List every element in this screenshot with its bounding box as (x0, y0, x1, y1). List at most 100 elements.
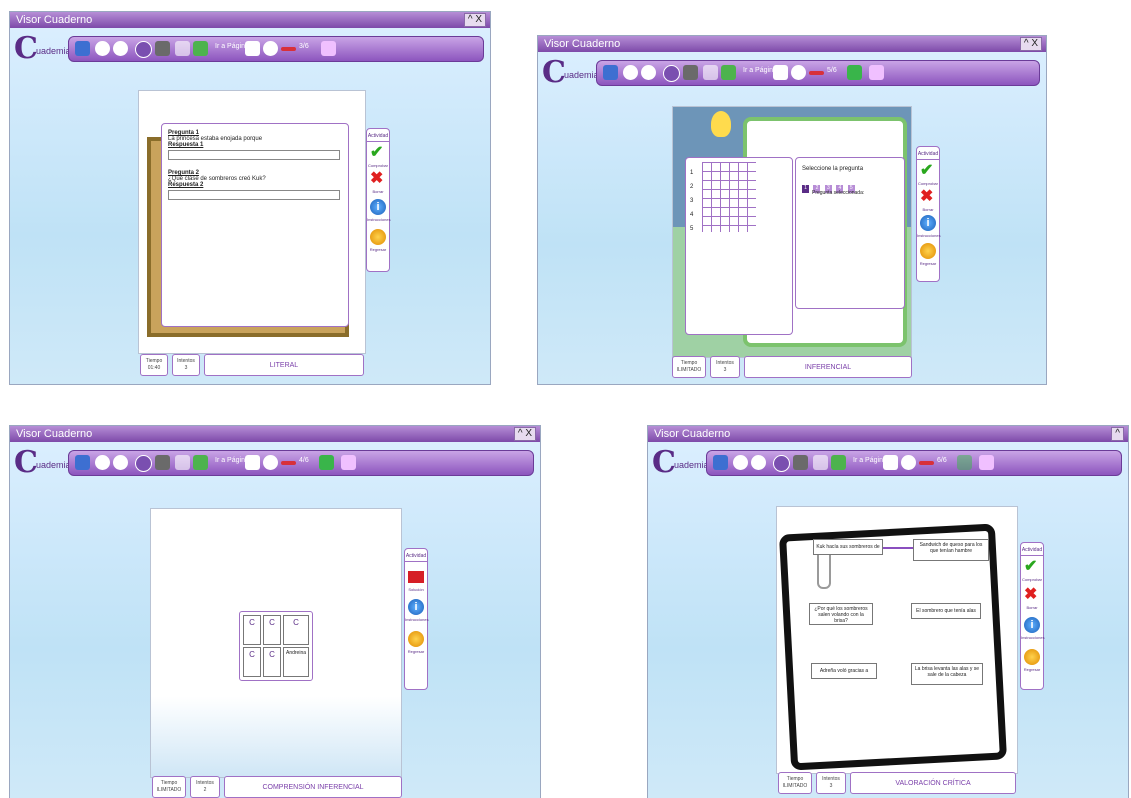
title-bar: Visor Cuaderno ^ X (10, 12, 490, 28)
back-arrow-icon[interactable] (703, 65, 718, 80)
match-card-right-3[interactable]: La brisa levanta las alas y se sale de l… (911, 663, 983, 685)
zoom-in-icon[interactable] (95, 41, 110, 56)
check-icon[interactable] (831, 455, 846, 470)
help-icon[interactable] (135, 41, 152, 58)
monitor-icon[interactable] (713, 455, 728, 470)
answer-1-input[interactable] (168, 150, 340, 160)
go-icon[interactable] (263, 41, 278, 56)
check-icon[interactable] (193, 455, 208, 470)
zoom-out-icon[interactable] (751, 455, 766, 470)
print-icon[interactable] (155, 455, 170, 470)
activity-page: C C C C C Andreina (150, 508, 402, 778)
go-icon[interactable] (901, 455, 916, 470)
check-icon[interactable]: ✔ (370, 145, 386, 161)
help-icon[interactable] (135, 455, 152, 472)
go-icon[interactable] (263, 455, 278, 470)
monitor-icon[interactable] (603, 65, 618, 80)
plus-icon[interactable] (319, 455, 334, 470)
check-icon[interactable]: ✔ (1024, 559, 1040, 575)
check-icon[interactable]: ✔ (920, 163, 936, 179)
goto-input[interactable] (773, 65, 788, 80)
minus-icon[interactable] (281, 461, 296, 465)
goto-input[interactable] (883, 455, 898, 470)
check-icon[interactable] (193, 41, 208, 56)
info-icon[interactable]: i (408, 599, 424, 615)
instructions-label: Instrucciones (367, 217, 391, 222)
help-icon[interactable] (663, 65, 680, 82)
back-arrow-icon[interactable] (813, 455, 828, 470)
time-box: Tiempo 01:40 (140, 354, 168, 376)
match-card-right-2[interactable]: El sombrero que tenía alas (911, 603, 981, 619)
memory-card[interactable]: C (243, 647, 261, 677)
crossword-grid[interactable] (702, 162, 756, 232)
match-card-right-1[interactable]: Sandwich de queso para los que tenían ha… (913, 539, 989, 561)
print-icon[interactable] (155, 41, 170, 56)
exit-icon[interactable] (869, 65, 884, 80)
print-icon[interactable] (793, 455, 808, 470)
minus-icon[interactable] (281, 47, 296, 51)
tries-value: 3 (184, 365, 188, 371)
page-indicator: 5/6 (827, 67, 837, 74)
back-arrow-icon[interactable] (175, 455, 190, 470)
window-title: Visor Cuaderno (16, 14, 93, 26)
memory-card[interactable]: C (282, 615, 309, 645)
memory-card-revealed[interactable]: Andreina (282, 647, 309, 677)
plus-icon[interactable] (957, 455, 972, 470)
print-icon[interactable] (683, 65, 698, 80)
monitor-icon[interactable] (75, 455, 90, 470)
exit-icon[interactable] (341, 455, 356, 470)
memory-card[interactable]: C (243, 615, 261, 645)
zoom-out-icon[interactable] (113, 455, 128, 470)
check-label: Comprobar (1021, 577, 1042, 582)
minus-icon[interactable] (809, 71, 824, 75)
flag-icon[interactable] (408, 571, 424, 583)
exit-icon[interactable] (979, 455, 994, 470)
toolbar-bar: Ir a Página 6/6 (706, 450, 1122, 476)
window-controls[interactable]: ^ X (513, 427, 536, 441)
info-icon[interactable]: i (370, 199, 386, 215)
time-label: Tiempo (680, 360, 698, 366)
go-icon[interactable] (791, 65, 806, 80)
option-1[interactable]: 1 (802, 185, 809, 193)
zoom-out-icon[interactable] (641, 65, 656, 80)
return-icon[interactable] (1024, 649, 1040, 665)
minus-icon[interactable] (919, 461, 934, 465)
exit-icon[interactable] (321, 41, 336, 56)
close-icon[interactable]: ✖ (1024, 587, 1040, 603)
window-controls[interactable]: ^ X (1019, 37, 1042, 51)
close-icon[interactable]: ✖ (370, 171, 386, 187)
check-icon[interactable] (721, 65, 736, 80)
close-icon[interactable]: ✖ (920, 189, 936, 205)
plus-icon[interactable] (847, 65, 862, 80)
info-icon[interactable]: i (1024, 617, 1040, 633)
logo-text: uademia (564, 70, 599, 80)
connector-line (883, 547, 913, 549)
goto-input[interactable] (245, 455, 260, 470)
time-value: ILIMITADO (156, 787, 182, 793)
page-indicator: 4/6 (299, 457, 309, 464)
window-controls[interactable]: ^ (1111, 427, 1124, 441)
zoom-in-icon[interactable] (95, 455, 110, 470)
match-card-left-2[interactable]: ¿Por qué los sombreros salen volando con… (809, 603, 873, 625)
goto-label: Ir a Página (743, 67, 777, 74)
answer-2-input[interactable] (168, 190, 340, 200)
return-icon[interactable] (408, 631, 424, 647)
memory-card[interactable]: C (262, 647, 281, 677)
help-icon[interactable] (773, 455, 790, 472)
zoom-in-icon[interactable] (623, 65, 638, 80)
match-card-left-3[interactable]: Adreña voló gracias a (811, 663, 877, 679)
memory-card[interactable]: C (262, 615, 281, 645)
zoom-out-icon[interactable] (113, 41, 128, 56)
zoom-in-icon[interactable] (733, 455, 748, 470)
match-card-left-1[interactable]: Kuk hacía sus sombreros de (813, 539, 883, 555)
back-arrow-icon[interactable] (175, 41, 190, 56)
time-label: Tiempo (786, 776, 804, 782)
return-icon[interactable] (370, 229, 386, 245)
window-controls[interactable]: ^ X (463, 13, 486, 27)
activity-type: COMPRENSIÓN INFERENCIAL (224, 776, 402, 798)
monitor-icon[interactable] (75, 41, 90, 56)
info-icon[interactable]: i (920, 215, 936, 231)
goto-input[interactable] (245, 41, 260, 56)
return-icon[interactable] (920, 243, 936, 259)
activity-panel: Actividad ✔ Comprobar ✖ Borrar i Instruc… (1020, 542, 1045, 690)
